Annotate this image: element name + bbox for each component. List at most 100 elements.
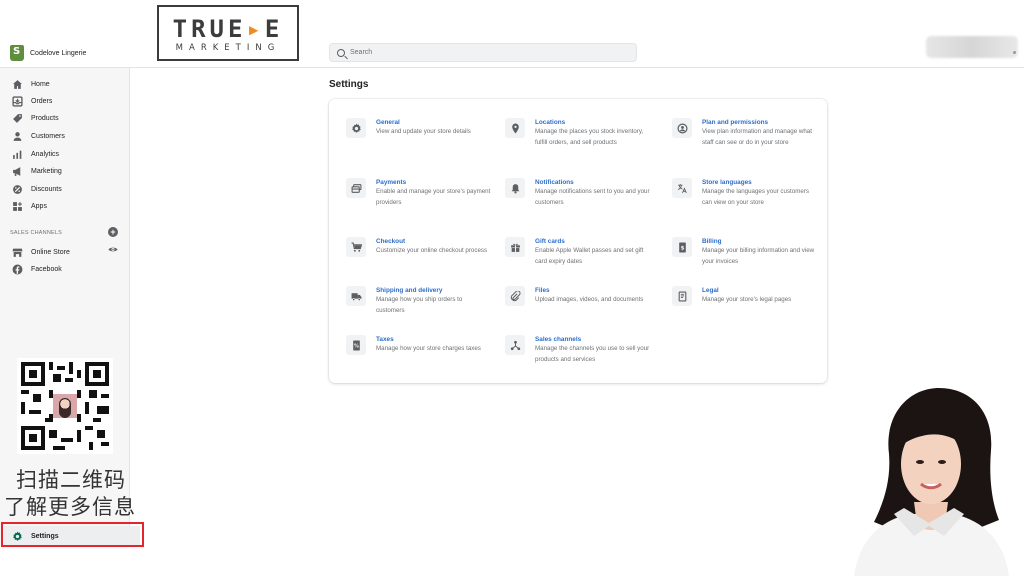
search-bar[interactable]: Search xyxy=(329,43,637,62)
paperclip-icon xyxy=(505,286,525,306)
settings-item-description: Upload images, videos, and documents xyxy=(535,296,644,303)
facebook-icon xyxy=(12,264,23,275)
sidebar-item-discounts[interactable]: Discounts xyxy=(12,182,62,196)
settings-item-title[interactable]: Billing xyxy=(702,237,817,246)
settings-item-gift-cards[interactable]: Gift cards Enable Apple Wallet passes and… xyxy=(505,237,655,267)
svg-text:$: $ xyxy=(680,245,684,251)
add-sales-channel-icon[interactable]: + xyxy=(108,227,118,237)
settings-item-title[interactable]: Sales channels xyxy=(535,335,650,344)
settings-item-description: Manage how your store charges taxes xyxy=(376,345,481,352)
person-icon xyxy=(12,131,23,142)
brand-logo-text: TRUE▸E xyxy=(172,15,284,43)
sidebar-item-label: Analytics xyxy=(31,150,60,158)
settings-item-files[interactable]: Files Upload images, videos, and document… xyxy=(505,286,655,306)
view-store-eye-icon[interactable] xyxy=(108,246,118,253)
payment-card-icon xyxy=(346,178,366,198)
wechat-qr-code xyxy=(17,358,113,454)
search-icon xyxy=(337,48,345,57)
sidebar-item-label: Discounts xyxy=(31,185,62,193)
store-icon xyxy=(12,247,23,258)
sidebar-item-customers[interactable]: Customers xyxy=(12,129,65,143)
cart-icon xyxy=(346,237,366,257)
settings-item-title[interactable]: Locations xyxy=(535,118,650,127)
sidebar-item-facebook[interactable]: Facebook xyxy=(12,262,62,276)
settings-item-description: Manage how you ship orders to customers xyxy=(376,296,463,314)
settings-item-general[interactable]: General View and update your store detail… xyxy=(346,118,496,138)
settings-item-title[interactable]: Gift cards xyxy=(535,237,650,246)
settings-item-title[interactable]: Files xyxy=(535,286,650,295)
sidebar-item-apps[interactable]: Apps xyxy=(12,199,47,213)
discount-icon xyxy=(12,184,23,195)
qr-caption-line2: 了解更多信息 xyxy=(4,495,136,519)
gear-icon xyxy=(346,118,366,138)
tag-icon xyxy=(12,113,23,124)
sidebar-item-marketing[interactable]: Marketing xyxy=(12,164,62,178)
brand-logo-subtext: MARKETING xyxy=(175,43,281,53)
sidebar-item-online-store[interactable]: Online Store xyxy=(12,245,70,259)
truck-icon xyxy=(346,286,366,306)
page-title: Settings xyxy=(329,79,369,90)
sidebar-item-orders[interactable]: Orders xyxy=(12,94,52,108)
legal-icon xyxy=(672,286,692,306)
settings-item-description: Enable Apple Wallet passes and set gift … xyxy=(535,247,644,265)
settings-item-payments[interactable]: Payments Enable and manage your store's p… xyxy=(346,178,496,208)
home-icon xyxy=(12,79,23,90)
settings-item-title[interactable]: Checkout xyxy=(376,237,491,246)
true-e-marketing-logo: TRUE▸E MARKETING xyxy=(157,5,299,61)
settings-item-notifications[interactable]: Notifications Manage notifications sent t… xyxy=(505,178,655,208)
settings-item-title[interactable]: Notifications xyxy=(535,178,650,187)
sidebar-item-label: Online Store xyxy=(31,248,70,256)
settings-item-description: View plan information and manage what st… xyxy=(702,128,812,146)
apps-icon xyxy=(12,201,23,212)
store-name: Codelove Lingerie xyxy=(30,49,87,57)
settings-item-description: Manage the channels you use to sell your… xyxy=(535,345,650,363)
search-input[interactable]: Search xyxy=(350,49,372,56)
sidebar-item-home[interactable]: Home xyxy=(12,77,50,91)
settings-item-taxes[interactable]: % Taxes Manage how your store charges tax… xyxy=(346,335,496,355)
sidebar-item-label: Products xyxy=(31,114,59,122)
bell-icon xyxy=(505,178,525,198)
settings-item-checkout[interactable]: Checkout Customize your online checkout p… xyxy=(346,237,496,257)
settings-item-title[interactable]: General xyxy=(376,118,491,127)
settings-item-shipping[interactable]: Shipping and delivery Manage how you ship… xyxy=(346,286,496,316)
settings-item-description: Manage notifications sent to you and you… xyxy=(535,188,650,206)
sidebar-item-label: Customers xyxy=(31,132,65,140)
account-icon xyxy=(672,118,692,138)
channels-icon xyxy=(505,335,525,355)
store-switcher[interactable]: Codelove Lingerie xyxy=(10,45,86,61)
orders-icon xyxy=(12,95,23,107)
sidebar-item-label: Apps xyxy=(31,202,47,210)
settings-item-description: View and update your store details xyxy=(376,128,471,135)
settings-item-legal[interactable]: Legal Manage your store's legal pages xyxy=(672,286,822,306)
megaphone-icon xyxy=(12,166,23,177)
sidebar-item-products[interactable]: Products xyxy=(12,111,59,125)
settings-item-description: Customize your online checkout process xyxy=(376,247,488,254)
billing-icon: $ xyxy=(672,237,692,257)
settings-item-store-languages[interactable]: Store languages Manage the languages your… xyxy=(672,178,822,208)
settings-item-billing[interactable]: $ Billing Manage your billing information… xyxy=(672,237,822,267)
account-menu-dot xyxy=(1013,51,1016,54)
sidebar-item-analytics[interactable]: Analytics xyxy=(12,147,59,161)
settings-item-locations[interactable]: Locations Manage the places you stock inv… xyxy=(505,118,655,148)
settings-item-sales-channels[interactable]: Sales channels Manage the channels you us… xyxy=(505,335,655,365)
sidebar-item-label: Marketing xyxy=(31,167,62,175)
settings-item-title[interactable]: Payments xyxy=(376,178,491,187)
bar-chart-icon xyxy=(12,149,23,160)
settings-item-title[interactable]: Plan and permissions xyxy=(702,118,817,127)
sales-channels-heading: SALES CHANNELS xyxy=(10,230,63,236)
presenter-photo xyxy=(854,388,1009,576)
account-menu-blurred[interactable] xyxy=(926,36,1018,58)
settings-item-plan[interactable]: Plan and permissions View plan informatio… xyxy=(672,118,822,148)
settings-item-title[interactable]: Taxes xyxy=(376,335,491,344)
taxes-icon: % xyxy=(346,335,366,355)
settings-item-title[interactable]: Store languages xyxy=(702,178,817,187)
settings-item-description: Manage the languages your customers can … xyxy=(702,188,809,206)
qr-caption-line1: 扫描二维码 xyxy=(16,468,126,492)
location-pin-icon xyxy=(505,118,525,138)
settings-item-title[interactable]: Shipping and delivery xyxy=(376,286,491,295)
settings-card: General View and update your store detail… xyxy=(329,99,827,383)
settings-item-description: Manage your billing information and view… xyxy=(702,247,815,265)
translate-icon xyxy=(672,178,692,198)
settings-item-title[interactable]: Legal xyxy=(702,286,817,295)
shopify-logo-icon xyxy=(10,45,24,61)
